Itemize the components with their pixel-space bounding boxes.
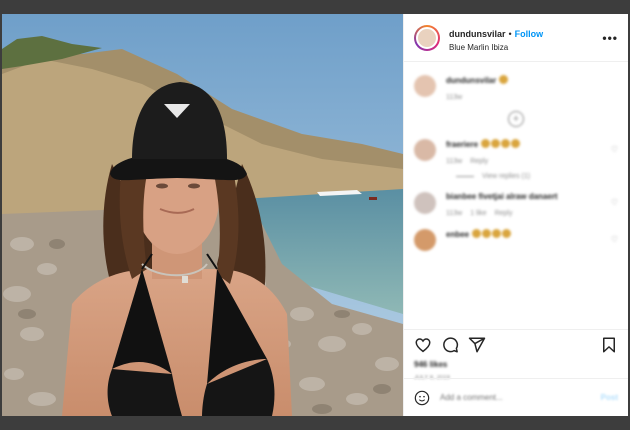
comment-time: 113w: [446, 210, 463, 217]
view-replies-button[interactable]: View replies (1): [456, 173, 618, 180]
comment-meta: 113w 1 like Reply: [446, 210, 611, 217]
post-comment-button[interactable]: Post: [601, 393, 618, 402]
share-icon[interactable]: [468, 336, 486, 354]
heart-icon[interactable]: [414, 336, 432, 354]
action-icons: [414, 336, 618, 354]
comment-avatar[interactable]: [414, 192, 436, 214]
caption-username[interactable]: dundunsvilar: [446, 76, 496, 85]
heart-icon[interactable]: ♡: [611, 145, 618, 154]
beach-photo-illustration: [2, 14, 403, 416]
caption-row: dundunsvilar 113w: [414, 75, 618, 101]
post-header: dundunsvilar • Follow Blue Marlin Ibiza ••…: [404, 14, 628, 62]
comment-body: fraeriere 113w Reply: [446, 139, 611, 165]
comment-row: bianbee fivetjai alraw danaert 113w 1 lik…: [414, 192, 618, 217]
comment-text: fraeriere: [446, 139, 611, 149]
emoji-icon: [501, 139, 511, 148]
comment-text: bianbee fivetjai alraw danaert: [446, 192, 611, 201]
emoji-icon: [482, 229, 492, 238]
caption-text: dundunsvilar: [446, 75, 618, 85]
comment-time: 113w: [446, 158, 463, 165]
emoji-icon: [481, 139, 491, 148]
comment-body: bianbee fivetjai alraw danaert 113w 1 lik…: [446, 192, 611, 217]
caption-body: dundunsvilar 113w: [446, 75, 618, 101]
comment-icon[interactable]: [441, 336, 459, 354]
bookmark-icon[interactable]: [600, 336, 618, 354]
reply-button[interactable]: Reply: [470, 158, 488, 165]
more-icon[interactable]: •••: [602, 31, 618, 45]
comments-list[interactable]: dundunsvilar 113w + fraeriere 113w Reply …: [404, 63, 628, 329]
username-link[interactable]: dundunsvilar: [449, 29, 506, 39]
caption-avatar[interactable]: [414, 75, 436, 97]
comment-text: enbee: [446, 229, 611, 239]
comment-username[interactable]: enbee: [446, 230, 469, 239]
comment-meta: 113w Reply: [446, 158, 611, 165]
comment-avatar[interactable]: [414, 139, 436, 161]
emoji-icon: [491, 139, 501, 148]
comment-likes[interactable]: 1 like: [470, 210, 486, 217]
avatar[interactable]: [414, 24, 440, 51]
emoji-icon: [499, 75, 509, 84]
comment-body: enbee: [446, 229, 611, 239]
add-comment-bar: Post: [404, 378, 628, 416]
follow-button[interactable]: Follow: [515, 29, 544, 39]
caption-time: 113w: [446, 94, 463, 101]
emoji-icon: [472, 229, 482, 238]
instagram-post: dundunsvilar • Follow Blue Marlin Ibiza ••…: [2, 14, 628, 416]
separator-dot: •: [508, 28, 512, 39]
post-photo[interactable]: [2, 14, 403, 416]
emoji-icon: [492, 229, 502, 238]
caption-meta: 113w: [446, 94, 618, 101]
emoji-icon: [502, 229, 512, 238]
plus-circle-icon[interactable]: +: [508, 111, 524, 127]
heart-icon[interactable]: ♡: [611, 198, 618, 207]
reply-button[interactable]: Reply: [495, 210, 513, 217]
window-frame: dundunsvilar • Follow Blue Marlin Ibiza ••…: [0, 0, 630, 430]
location-link[interactable]: Blue Marlin Ibiza: [449, 43, 602, 53]
likes-count[interactable]: 946 likes: [414, 360, 618, 369]
comment-username[interactable]: fraeriere: [446, 140, 478, 149]
smile-icon[interactable]: [414, 390, 430, 406]
header-text: dundunsvilar • Follow Blue Marlin Ibiza: [449, 23, 602, 53]
comment-avatar[interactable]: [414, 229, 436, 251]
comment-username[interactable]: bianbee fivetjai alraw danaert: [446, 192, 558, 201]
heart-icon[interactable]: ♡: [611, 235, 618, 244]
avatar-image: [416, 26, 438, 49]
comment-input[interactable]: [440, 393, 601, 402]
post-sidebar: dundunsvilar • Follow Blue Marlin Ibiza ••…: [403, 14, 628, 416]
emoji-icon: [511, 139, 521, 148]
comment-row: enbee ♡: [414, 229, 618, 251]
comment-row: fraeriere 113w Reply ♡: [414, 139, 618, 165]
post-actions: 946 likes July 8, 2019: [404, 329, 628, 381]
